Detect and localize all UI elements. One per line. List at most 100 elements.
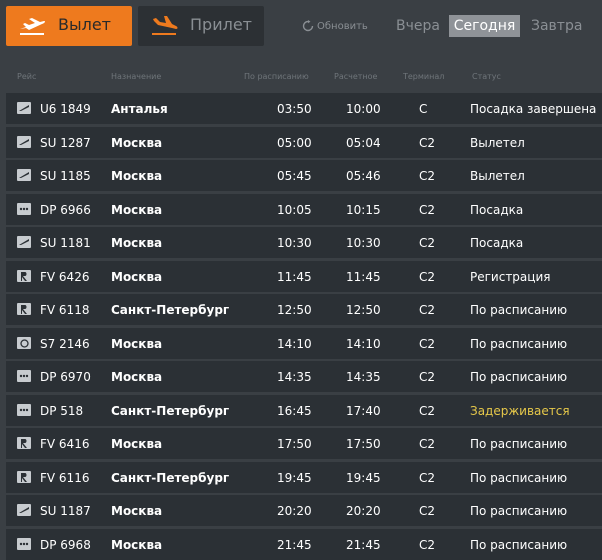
plane-icon <box>17 504 31 516</box>
scheduled-time: 10:30 <box>277 236 312 250</box>
flight-row[interactable]: SU 1187 Москва 20:20 20:20 C2 По расписанию <box>6 495 602 526</box>
flight-status: По расписанию <box>470 437 568 451</box>
estimated-time: 10:30 <box>346 236 381 250</box>
flight-number: SU 1185 <box>40 169 91 183</box>
scheduled-time: 10:05 <box>277 203 312 217</box>
flight-row[interactable]: FV 6416 Москва 17:50 17:50 C2 По расписанию <box>6 428 602 459</box>
flight-row[interactable]: SU 1181 Москва 10:30 10:30 C2 Посадка <box>6 227 602 258</box>
flight-row[interactable]: U6 1849 Анталья 03:50 10:00 C Посадка заверше… <box>6 93 602 124</box>
flight-destination: Москва <box>111 270 163 284</box>
flight-number: U6 1849 <box>40 102 91 116</box>
terminal: C2 <box>419 538 436 552</box>
terminal: C2 <box>419 203 436 217</box>
scheduled-time: 17:50 <box>277 437 312 451</box>
flight-status: Вылетел <box>470 169 525 183</box>
top-bar: Вылет Прилет Обновить Вчера Сегодня Завт… <box>0 0 602 56</box>
tab-departures[interactable]: Вылет <box>6 6 132 46</box>
col-terminal: Терминал <box>403 72 445 81</box>
scheduled-time: 21:45 <box>277 538 312 552</box>
flight-row[interactable]: SU 1287 Москва 05:00 05:04 C2 Вылетел <box>6 127 602 158</box>
scheduled-time: 19:45 <box>277 471 312 485</box>
terminal: C2 <box>419 136 436 150</box>
flight-number: FV 6426 <box>40 270 90 284</box>
refresh-button[interactable]: Обновить <box>302 20 368 32</box>
estimated-time: 17:40 <box>346 404 381 418</box>
estimated-time: 05:46 <box>346 169 381 183</box>
flight-status: Задерживается <box>470 404 570 418</box>
flight-row[interactable]: FV 6426 Москва 11:45 11:45 C2 Регистрация <box>6 261 602 292</box>
col-scheduled: По расписанию <box>244 72 309 81</box>
flight-number: FV 6116 <box>40 471 90 485</box>
plane-icon <box>17 169 31 181</box>
flight-destination: Санкт-Петербург <box>111 404 230 418</box>
flight-number: DP 6966 <box>40 203 91 217</box>
flight-row[interactable]: DP 6966 Москва 10:05 10:15 C2 Посадка <box>6 194 602 225</box>
estimated-time: 10:00 <box>346 102 381 116</box>
flight-destination: Москва <box>111 437 163 451</box>
flight-destination: Москва <box>111 203 163 217</box>
flight-status: По расписанию <box>470 504 568 518</box>
col-estimated: Расчетное <box>334 72 378 81</box>
tab-arrivals-label: Прилет <box>190 15 252 34</box>
flight-destination: Москва <box>111 236 163 250</box>
r-icon <box>17 471 31 483</box>
flight-destination: Москва <box>111 136 163 150</box>
flight-status: По расписанию <box>470 337 568 351</box>
day-yesterday[interactable]: Вчера <box>396 15 440 37</box>
terminal: C2 <box>419 270 436 284</box>
refresh-icon <box>302 20 314 32</box>
col-destination: Назначение <box>111 72 162 81</box>
flight-number: SU 1187 <box>40 504 91 518</box>
flight-destination: Москва <box>111 538 163 552</box>
estimated-time: 19:45 <box>346 471 381 485</box>
flight-number: S7 2146 <box>40 337 90 351</box>
flight-status: По расписанию <box>470 471 568 485</box>
terminal: C2 <box>419 303 436 317</box>
estimated-time: 10:15 <box>346 203 381 217</box>
terminal: C2 <box>419 504 436 518</box>
estimated-time: 05:04 <box>346 136 381 150</box>
scheduled-time: 03:50 <box>277 102 312 116</box>
scheduled-time: 12:50 <box>277 303 312 317</box>
flight-number: SU 1181 <box>40 236 91 250</box>
estimated-time: 14:10 <box>346 337 381 351</box>
dots-icon <box>17 538 31 550</box>
flight-row[interactable]: FV 6116 Санкт-Петербург 19:45 19:45 C2 По рас… <box>6 462 602 493</box>
day-today[interactable]: Сегодня <box>449 15 520 37</box>
terminal: C2 <box>419 437 436 451</box>
dots-icon <box>17 203 31 215</box>
estimated-time: 20:20 <box>346 504 381 518</box>
flight-status: Посадка завершена <box>470 102 597 116</box>
flight-row[interactable]: DP 518 Санкт-Петербург 16:45 17:40 C2 Задержи… <box>6 395 602 426</box>
flight-number: DP 6968 <box>40 538 91 552</box>
flight-status: Вылетел <box>470 136 525 150</box>
flight-row[interactable]: DP 6970 Москва 14:35 14:35 C2 По расписанию <box>6 361 602 392</box>
flight-row[interactable]: SU 1185 Москва 05:45 05:46 C2 Вылетел <box>6 160 602 191</box>
flight-row[interactable]: S7 2146 Москва 14:10 14:10 C2 По расписанию <box>6 328 602 359</box>
flight-number: FV 6416 <box>40 437 90 451</box>
flight-status: Посадка <box>470 203 524 217</box>
plane-icon <box>17 236 31 248</box>
flight-destination: Санкт-Петербург <box>111 303 230 317</box>
col-flight: Рейс <box>17 72 37 81</box>
r-icon <box>17 303 31 315</box>
estimated-time: 17:50 <box>346 437 381 451</box>
flight-destination: Санкт-Петербург <box>111 471 230 485</box>
s7-icon <box>17 337 31 349</box>
tab-departures-label: Вылет <box>58 15 111 34</box>
table-header: Рейс Назначение По расписанию Расчетное … <box>0 68 602 86</box>
flight-destination: Москва <box>111 370 163 384</box>
flight-destination: Москва <box>111 504 163 518</box>
flight-number: SU 1287 <box>40 136 91 150</box>
flight-row[interactable]: FV 6118 Санкт-Петербург 12:50 12:50 C2 По рас… <box>6 294 602 325</box>
tab-arrivals[interactable]: Прилет <box>138 6 264 46</box>
flight-destination: Анталья <box>111 102 168 116</box>
day-tomorrow[interactable]: Завтра <box>531 15 582 37</box>
scheduled-time: 20:20 <box>277 504 312 518</box>
refresh-label: Обновить <box>317 20 368 32</box>
estimated-time: 12:50 <box>346 303 381 317</box>
estimated-time: 14:35 <box>346 370 381 384</box>
flight-destination: Москва <box>111 337 163 351</box>
r-icon <box>17 270 31 282</box>
flight-row[interactable]: DP 6968 Москва 21:45 21:45 C2 По расписанию <box>6 529 602 560</box>
